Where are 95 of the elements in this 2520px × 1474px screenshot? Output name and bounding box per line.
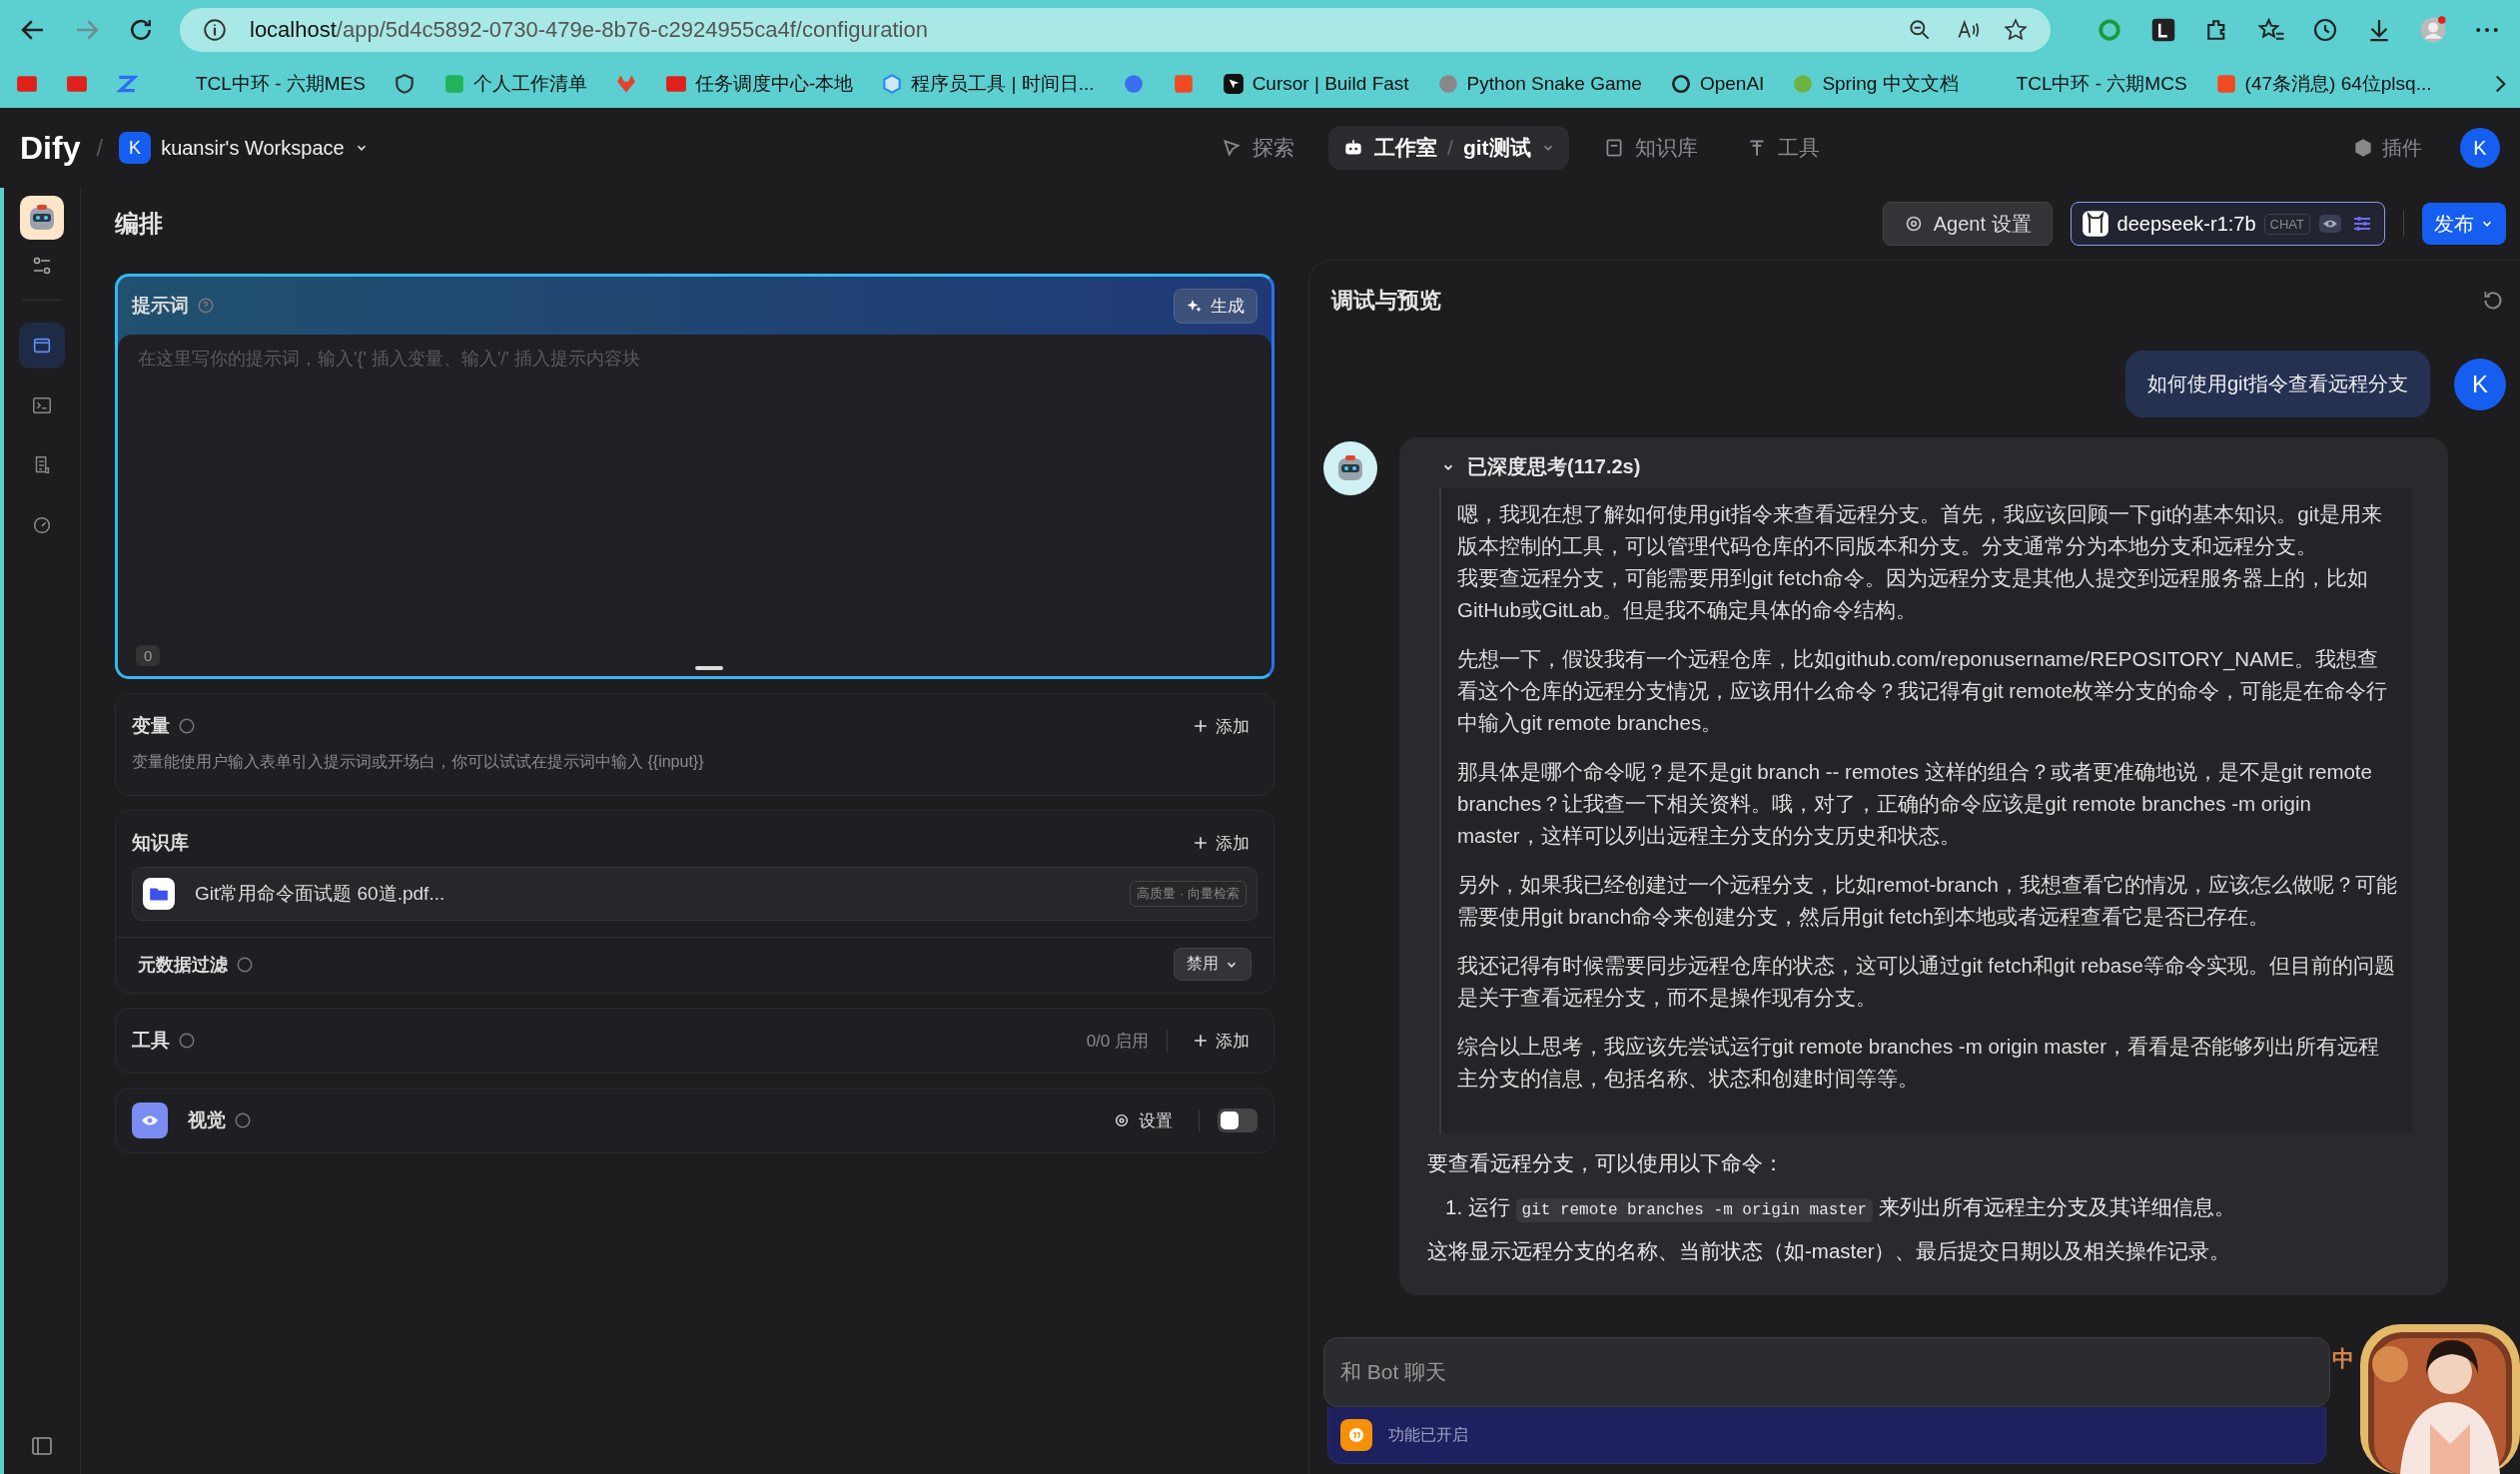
inline-code: git remote branches -m origin master bbox=[1515, 1198, 1874, 1222]
bookmark-icon bbox=[664, 73, 687, 95]
bookmark-icon bbox=[1222, 73, 1245, 95]
resize-handle[interactable] bbox=[694, 666, 723, 670]
card-title: 工具 bbox=[132, 1029, 170, 1053]
bookmark[interactable]: TCL中环 - 六期MES bbox=[166, 71, 366, 97]
bookmark-icon bbox=[442, 73, 465, 95]
help-icon[interactable] bbox=[236, 955, 254, 974]
add-button[interactable]: 添加 bbox=[1186, 1025, 1258, 1057]
plugins-button[interactable]: 插件 bbox=[2352, 134, 2422, 162]
bot-avatar bbox=[1323, 441, 1377, 495]
input-mode-indicator[interactable]: 中 bbox=[2332, 1344, 2354, 1374]
plus-icon bbox=[1194, 719, 1208, 733]
card-title: 视觉 bbox=[188, 1108, 226, 1132]
description: 变量能使用户输入表单引入提示词或开场白，你可以试试在提示词中输入 {{input}} bbox=[132, 752, 705, 772]
cube-icon bbox=[2352, 137, 2374, 159]
bookmark[interactable]: Python Snake Game bbox=[1436, 73, 1642, 95]
sidebar-item[interactable] bbox=[19, 323, 65, 368]
nav-tab[interactable]: 探索 bbox=[1207, 126, 1309, 170]
app-logo[interactable]: Dify bbox=[20, 129, 81, 167]
bookmark-icon bbox=[1669, 73, 1692, 95]
paragraph: 综合以上思考，我应该先尝试运行git remote branches -m origin master，看看是否能够列出所有远程主分支的信息，包括名称、状态和创建时间等等。 bbox=[1457, 1034, 2380, 1092]
card-title: 知识库 bbox=[132, 831, 189, 855]
paragraph: 嗯，我现在想了解如何使用git指令来查看远程分支。首先，我应该回顾一下git的基本知识。git是用来版本控制的工具，可以管理代码仓库的不同版本和分支。分支通常分为本地分支和远程分支。 bbox=[1457, 501, 2383, 559]
bookmark[interactable]: 任务调度中心-本地 bbox=[664, 71, 854, 97]
bookmark[interactable]: 程序员工具 | 时间日... bbox=[881, 71, 1095, 97]
workspace-switcher[interactable]: K kuansir's Workspace bbox=[119, 132, 369, 164]
add-button[interactable]: 添加 bbox=[1186, 827, 1258, 859]
gauge-icon bbox=[31, 514, 53, 536]
sparkle-icon bbox=[1187, 298, 1203, 314]
bookmark-icon bbox=[881, 73, 904, 95]
filter-label: 元数据过滤 bbox=[138, 953, 228, 977]
star-icon[interactable] bbox=[2003, 17, 2029, 43]
paragraph: 这将显示远程分支的名称、当前状态（如-master）、最后提交日期以及相关操作记录。 bbox=[1427, 1238, 2232, 1264]
llama-icon bbox=[2081, 210, 2109, 238]
knowledge-item[interactable]: Git常用命令面试题 60道.pdf... 高质量 · 向量检索 bbox=[132, 867, 1258, 921]
quote-icon bbox=[1340, 1419, 1372, 1451]
filter-dropdown[interactable]: 禁用 bbox=[1174, 948, 1252, 981]
paragraph: 另外，如果我已经创建过一个远程分支，比如remot-branch，我想查看它的情况，应该怎么做呢？可能需要使用git branch命令来创建分支，然后用git fetch到本地或者远程查看它是否已存在。 bbox=[1457, 872, 2398, 930]
character-count: 0 bbox=[136, 645, 161, 666]
bookmark[interactable]: Cursor | Build Fast bbox=[1222, 73, 1409, 95]
publish-button[interactable]: 发布 bbox=[2422, 203, 2506, 245]
panel-title: 调试与预览 bbox=[1331, 287, 1441, 315]
bookmark[interactable]: 个人工作清单 bbox=[442, 71, 587, 97]
nav-tab[interactable]: 工具 bbox=[1731, 126, 1834, 170]
card-title: 提示词 bbox=[132, 294, 189, 318]
profile-icon[interactable] bbox=[2418, 15, 2448, 45]
nav-tab[interactable]: 知识库 bbox=[1588, 126, 1712, 170]
plus-icon bbox=[1194, 836, 1208, 850]
agent-settings-button[interactable]: Agent 设置 bbox=[1882, 202, 2053, 246]
help-icon[interactable] bbox=[178, 1032, 196, 1050]
terminal-icon bbox=[31, 394, 53, 416]
section-title: 编排 bbox=[115, 209, 164, 239]
separator: / bbox=[96, 134, 104, 162]
model-selector[interactable]: deepseek-r1:7b CHAT bbox=[2070, 202, 2385, 246]
add-button[interactable]: 添加 bbox=[1186, 710, 1258, 742]
paragraph: 先想一下，假设我有一个远程仓库，比如github.com/reponusername/REPOSITORY_NAME。我想查看这个仓库的远程分支情况，应该用什么命令？我记得有git remote枚举分支的命令，可能是在命令行中输入git remote branches。 bbox=[1457, 646, 2389, 736]
eye-icon bbox=[132, 1103, 168, 1138]
help-icon[interactable] bbox=[178, 717, 196, 735]
settings-icon bbox=[1113, 1111, 1131, 1129]
chat-input[interactable]: 和 Bot 聊天 bbox=[1323, 1337, 2330, 1407]
thinking-toggle[interactable]: 已深度思考(117.2s) bbox=[1441, 453, 2428, 480]
paragraph: 我要查远程分支，可能需要用到git fetch命令。因为远程分支是其他人提交到远程服务器上的，比如GitHub或GitLab。但是我不确定具体的命令结构。 bbox=[1457, 565, 2369, 623]
retrieval-tag: 高质量 · 向量检索 bbox=[1130, 881, 1247, 907]
plus-icon bbox=[1194, 1034, 1208, 1048]
user-message: 如何使用git指令查看远程分支 bbox=[2124, 351, 2430, 417]
info-icon bbox=[202, 17, 228, 43]
paragraph: 要查看远程分支，可以使用以下命令： bbox=[1427, 1150, 1785, 1176]
folder-icon bbox=[143, 878, 175, 910]
eye-icon bbox=[2318, 212, 2342, 236]
bookmark[interactable]: OpenAI bbox=[1669, 73, 1765, 95]
features-bar[interactable]: 功能已开启 bbox=[1327, 1407, 2326, 1464]
bookmark-icon bbox=[2214, 73, 2237, 95]
tool-count: 0/0 启用 bbox=[1086, 1030, 1149, 1053]
generate-button[interactable]: 生成 bbox=[1174, 288, 1258, 324]
sidebar-toggle-icon[interactable] bbox=[30, 1434, 54, 1458]
paragraph: 我还记得有时候需要同步远程仓库的状态，这可以通过git fetch和git rebase等命令实现。但目前的问题是关于查看远程分支，而不是操作现有分支。 bbox=[1457, 953, 2396, 1011]
user-avatar: K bbox=[2454, 358, 2506, 410]
url-text: localhost/app/5d4c5892-0730-479e-8b76-c2924955ca4f/configuration bbox=[250, 17, 928, 43]
help-icon[interactable] bbox=[234, 1111, 252, 1129]
settings-button[interactable]: 设置 bbox=[1105, 1105, 1181, 1136]
bookmark[interactable]: Spring 中文文档 bbox=[1792, 71, 1959, 97]
bookmark[interactable]: (47条消息) 64位plsq... bbox=[2214, 71, 2432, 97]
nav-tab[interactable]: 工作室 / git测试 bbox=[1328, 126, 1569, 170]
vision-toggle[interactable] bbox=[1218, 1108, 1258, 1132]
bookmark[interactable]: TCL中环 - 六期MCS bbox=[1986, 71, 2187, 97]
mode-badge: CHAT bbox=[2263, 213, 2310, 235]
app-icon[interactable] bbox=[20, 196, 64, 240]
address-bar[interactable]: localhost/app/5d4c5892-0730-479e-8b76-c2924955ca4f/configuration bbox=[180, 8, 2051, 52]
paragraph: 那具体是哪个命令呢？是不是git branch -- remotes 这样的组合？或者更准确地说，是不是git remote branches？让我查一下相关资料。哦，对了，正确的命令应该是git remote branches -m origin master，这样可以列出远程主分支的分支历史和状态。 bbox=[1457, 759, 2373, 849]
user-avatar[interactable]: K bbox=[2460, 128, 2500, 168]
bookmark-icon bbox=[1792, 73, 1815, 95]
bookmark-icon[interactable] bbox=[393, 73, 416, 95]
bookmark-icon bbox=[1436, 73, 1459, 95]
card-title: 变量 bbox=[132, 714, 170, 738]
